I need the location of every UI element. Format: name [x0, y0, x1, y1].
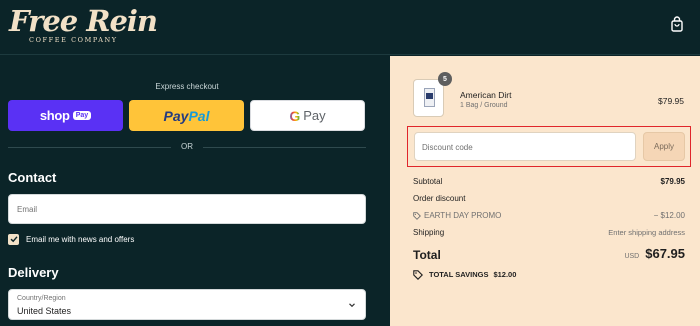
google-pay-logo: G Pay [289, 108, 325, 124]
paypal-logo-part2: Pal [188, 107, 210, 124]
product-variant: 1 Bag / Ground [460, 102, 508, 109]
total-value: $67.95 [645, 246, 685, 261]
shipping-label: Shipping [413, 228, 445, 237]
paypal-logo: PayPal [164, 108, 210, 124]
checkout-form: Express checkout shop Pay PayPal G Pay O… [0, 56, 389, 326]
divider-line-right [203, 147, 366, 148]
google-pay-label: Pay [303, 108, 326, 123]
subtotal-row: Subtotal $79.95 [413, 177, 685, 188]
apply-discount-button[interactable]: Apply [643, 132, 685, 161]
coffee-bag-image [424, 88, 435, 107]
shop-pay-wordmark: shop [39, 108, 70, 123]
subtotal-value: $79.95 [660, 177, 685, 186]
brand-logo[interactable]: Free Rein COFFEE COMPANY [9, 4, 158, 46]
tag-icon [413, 269, 423, 280]
google-g-icon: G [289, 107, 301, 124]
discount-placeholder: Discount code [422, 143, 473, 152]
shop-pay-badge: Pay [72, 111, 92, 120]
paypal-button[interactable]: PayPal [129, 100, 244, 131]
or-divider: OR [8, 142, 366, 152]
order-discount-label: Order discount [413, 194, 466, 203]
promo-value: − $12.00 [653, 211, 685, 220]
order-summary: 5 American Dirt 1 Bag / Ground $79.95 Di… [390, 56, 700, 326]
country-value: United States [17, 306, 72, 316]
tag-icon [413, 211, 421, 220]
order-discount-row: Order discount [413, 194, 685, 205]
product-name: American Dirt [460, 90, 512, 100]
shipping-row: Shipping Enter shipping address [413, 228, 685, 239]
newsletter-option[interactable]: Email me with news and offers [8, 233, 134, 245]
product-price: $79.95 [658, 96, 684, 106]
logo-tagline: COFFEE COMPANY [29, 36, 118, 44]
total-savings-row: TOTAL SAVINGS $12.00 [413, 269, 516, 280]
total-label: Total [413, 248, 441, 262]
contact-heading: Contact [8, 170, 57, 185]
delivery-heading: Delivery [8, 265, 59, 280]
shopping-bag-icon[interactable] [671, 16, 683, 32]
currency-code: USD [624, 253, 640, 260]
paypal-logo-part1: Pay [163, 107, 189, 124]
shipping-value: Enter shipping address [608, 228, 685, 237]
checkmark-icon [10, 236, 18, 243]
email-field[interactable]: Email [8, 194, 366, 224]
country-select[interactable]: Country/Region United States [8, 289, 366, 320]
discount-section: Discount code Apply [407, 126, 691, 167]
google-pay-button[interactable]: G Pay [250, 100, 365, 131]
promo-row: EARTH DAY PROMO − $12.00 [413, 211, 685, 222]
country-label: Country/Region [17, 295, 66, 302]
subtotal-label: Subtotal [413, 177, 443, 186]
newsletter-label: Email me with news and offers [26, 234, 135, 244]
shop-pay-button[interactable]: shop Pay [8, 100, 123, 131]
email-placeholder: Email [17, 205, 38, 214]
promo-code-label: EARTH DAY PROMO [424, 211, 502, 220]
discount-code-input[interactable]: Discount code [414, 132, 636, 161]
product-thumbnail [413, 79, 444, 117]
savings-label: TOTAL SAVINGS [429, 270, 489, 279]
total-row: Total USD $67.95 [413, 246, 685, 262]
express-checkout-title: Express checkout [155, 82, 219, 91]
site-header: Free Rein COFFEE COMPANY [0, 0, 700, 55]
quantity-badge: 5 [438, 72, 452, 86]
chevron-down-icon [349, 303, 355, 308]
logo-wordmark: Free Rein [9, 4, 158, 38]
savings-value: $12.00 [493, 270, 517, 279]
newsletter-checkbox[interactable] [8, 233, 19, 245]
